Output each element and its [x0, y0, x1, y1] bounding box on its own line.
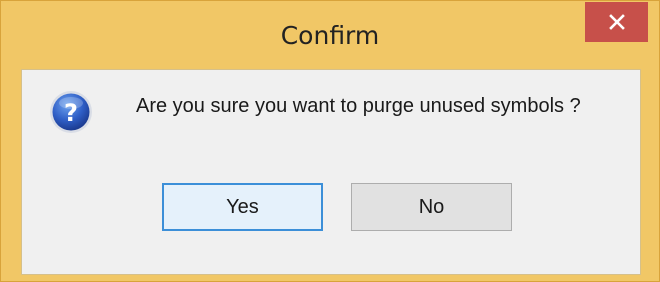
- title-bar[interactable]: Confirm: [1, 1, 659, 69]
- yes-button-label: Yes: [226, 195, 259, 218]
- no-button-label: No: [418, 195, 445, 218]
- yes-button[interactable]: Yes: [162, 183, 323, 231]
- no-button[interactable]: No: [351, 183, 512, 231]
- confirm-dialog: Confirm ? Are you sure you want to purge…: [0, 0, 660, 282]
- question-icon: ?: [49, 90, 93, 134]
- svg-text:?: ?: [64, 99, 78, 127]
- dialog-body: ? Are you sure you want to purge unused …: [21, 69, 641, 275]
- close-icon: [608, 14, 625, 30]
- dialog-message: Are you sure you want to purge unused sy…: [136, 95, 581, 117]
- close-button[interactable]: [585, 2, 648, 42]
- dialog-title: Confirm: [280, 21, 380, 50]
